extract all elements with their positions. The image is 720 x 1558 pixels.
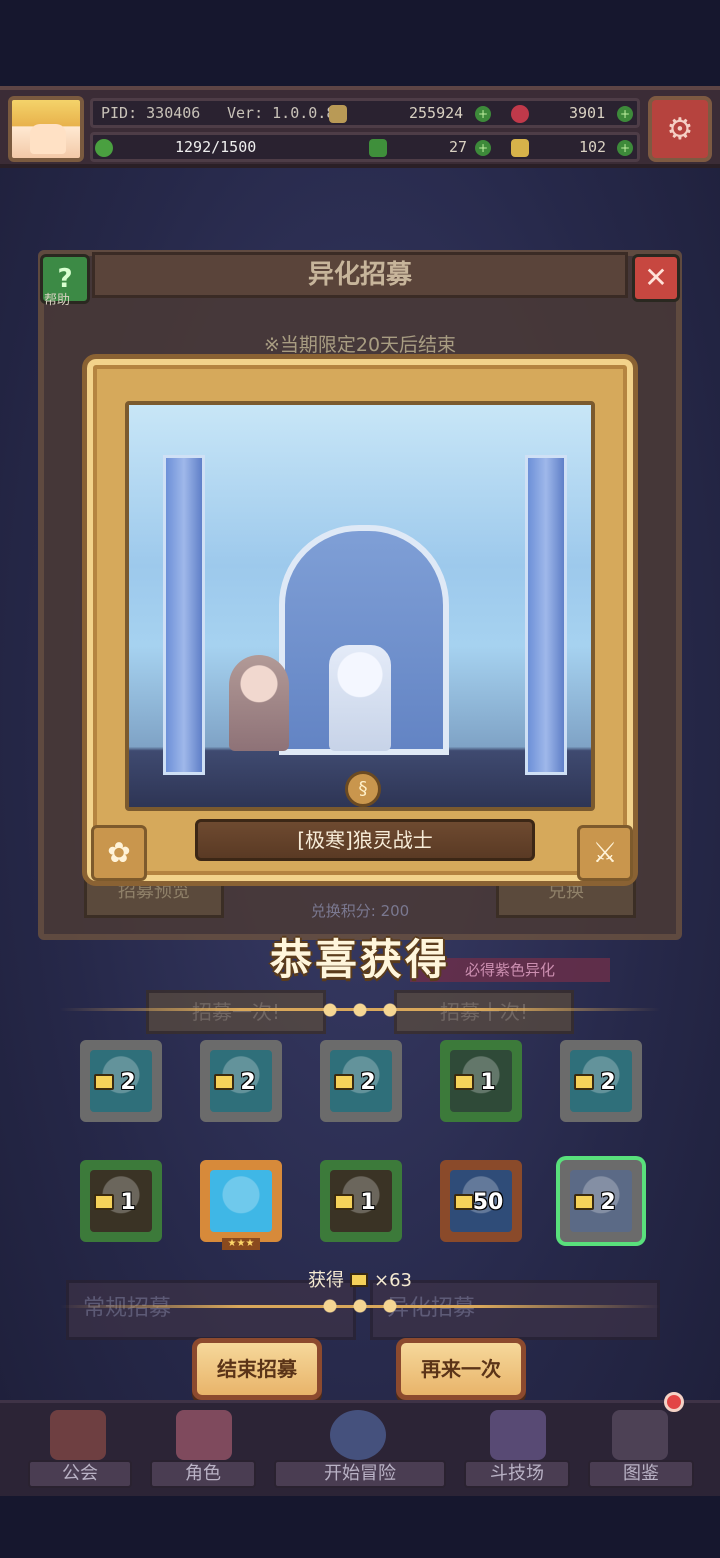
reward-quantity: 1 <box>480 1070 496 1095</box>
character-name: [极寒]狼灵战士 <box>195 819 535 861</box>
reward-item[interactable]: 2 <box>560 1160 642 1242</box>
character-sprite-wolf-warrior <box>329 645 391 751</box>
total-amount: ×63 <box>374 1270 412 1291</box>
reward-quantity: 2 <box>600 1070 616 1095</box>
recruit-once-button[interactable]: 招募一次! <box>146 990 326 1034</box>
sword-icon: ⚔ <box>577 825 633 881</box>
character-scene: § <box>125 401 595 811</box>
divider-ornament-top <box>315 1002 405 1018</box>
hud-info-row: PID: 330406 Ver: 1.0.0.8 255924 + 3901 + <box>90 98 640 128</box>
add-key-button[interactable]: + <box>617 140 633 156</box>
event-notice: ※当期限定20天后结束 <box>263 334 457 356</box>
reward-item[interactable]: 1 <box>80 1160 162 1242</box>
add-gold-button[interactable]: + <box>475 106 491 122</box>
add-clover-button[interactable]: + <box>475 140 491 156</box>
key-icon <box>511 139 529 157</box>
bottom-safe-area <box>0 1496 720 1558</box>
reward-item[interactable]: 2 <box>80 1040 162 1122</box>
divider-ornament-bottom <box>315 1298 405 1314</box>
status-bar-area <box>0 0 720 86</box>
game-version: Ver: 1.0.0.8 <box>227 104 336 122</box>
reward-quantity: 50 <box>472 1190 504 1215</box>
character-icon <box>176 1410 232 1460</box>
reward-quantity: 2 <box>240 1070 256 1095</box>
ice-pillar-right <box>525 455 567 775</box>
reward-quantity: 2 <box>360 1070 376 1095</box>
recruit-again-button[interactable]: 再来一次 <box>396 1338 526 1400</box>
stamina-value: 1292/1500 <box>175 138 257 156</box>
nav-start-adventure[interactable]: 开始冒险 <box>274 1460 446 1488</box>
close-icon: ✕ <box>644 261 668 294</box>
reward-item[interactable]: 2 <box>200 1040 282 1122</box>
help-label: 帮助 <box>44 293 71 308</box>
nav-guild[interactable]: 公会 <box>28 1460 132 1488</box>
gem-icon <box>511 105 529 123</box>
end-recruit-button[interactable]: 结束招募 <box>192 1338 322 1400</box>
gold-coin-icon <box>329 105 347 123</box>
reward-item[interactable]: 1 <box>320 1160 402 1242</box>
reward-item[interactable]: ★★★ <box>200 1160 282 1250</box>
ice-pillar-left <box>163 455 205 775</box>
recruit-ten-button[interactable]: 招募十次! <box>394 990 574 1034</box>
gem-amount: 3901 <box>569 104 606 122</box>
stamina-icon <box>95 139 113 157</box>
player-id: PID: 330406 <box>101 104 201 122</box>
settings-button[interactable]: ⚙ <box>648 96 712 162</box>
adventure-icon <box>330 1410 386 1460</box>
nav-arena[interactable]: 斗技场 <box>464 1460 570 1488</box>
nav-codex[interactable]: 图鉴 <box>588 1460 694 1488</box>
exchange-points: 兑换积分: 200 <box>310 902 410 920</box>
congrats-title: 恭喜获得 <box>269 935 450 984</box>
reward-item[interactable]: 2 <box>320 1040 402 1122</box>
recruit-panel-title: 异化招募 <box>92 252 628 298</box>
reward-quantity: 1 <box>360 1190 376 1215</box>
reward-item[interactable]: 1 <box>440 1040 522 1122</box>
arena-icon <box>490 1410 546 1460</box>
player-avatar[interactable] <box>8 96 84 162</box>
paw-icon: ✿ <box>91 825 147 881</box>
nav-character[interactable]: 角色 <box>150 1460 256 1488</box>
element-coin-icon: § <box>345 771 381 807</box>
close-button[interactable]: ✕ <box>632 254 680 302</box>
top-hud: PID: 330406 Ver: 1.0.0.8 255924 + 3901 +… <box>0 86 720 168</box>
codex-icon <box>612 1410 668 1460</box>
add-gem-button[interactable]: + <box>617 106 633 122</box>
key-amount: 102 <box>579 138 607 156</box>
hud-resource-row: 1292/1500 27 + 102 + <box>90 132 640 162</box>
reward-quantity: 2 <box>600 1190 616 1215</box>
featured-character-card: § [极寒]狼灵战士 ✿ ⚔ <box>82 354 638 886</box>
reward-portrait <box>210 1170 272 1232</box>
clover-icon <box>369 139 387 157</box>
gold-amount: 255924 <box>409 104 464 122</box>
reward-item[interactable]: 50 <box>440 1160 522 1242</box>
reward-item[interactable]: 2 <box>560 1040 642 1122</box>
total-obtained: 获得 ×63 <box>0 1266 720 1292</box>
star-rating: ★★★ <box>222 1238 260 1250</box>
settings-icon: ⚙ <box>666 112 694 147</box>
notification-dot <box>664 1392 684 1412</box>
clover-amount: 27 <box>449 138 468 156</box>
character-sprite-girl <box>229 655 289 751</box>
folder-icon <box>350 1273 368 1287</box>
guild-icon <box>50 1410 106 1460</box>
total-label: 获得 <box>308 1270 344 1291</box>
reward-quantity: 1 <box>120 1190 136 1215</box>
reward-quantity: 2 <box>120 1070 136 1095</box>
